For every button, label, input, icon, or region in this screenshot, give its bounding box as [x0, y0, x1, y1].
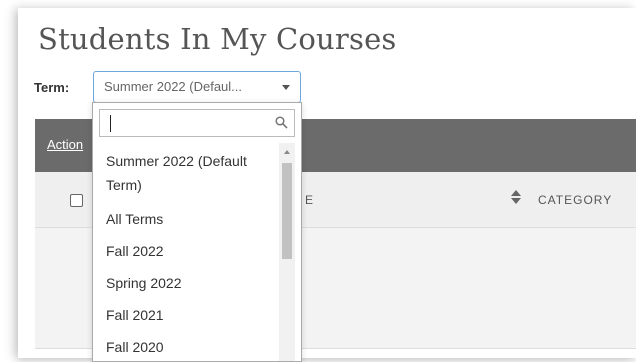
- chevron-down-icon: [282, 85, 290, 90]
- term-select[interactable]: Summer 2022 (Defaul...: [93, 71, 301, 103]
- action-link[interactable]: Action: [47, 137, 83, 152]
- select-all-checkbox[interactable]: [70, 194, 83, 207]
- term-option-spring-2022[interactable]: Spring 2022: [93, 267, 279, 299]
- column-header-category[interactable]: CATEGORY: [538, 193, 612, 207]
- column-header-name[interactable]: E: [305, 193, 314, 207]
- term-option-all-terms[interactable]: All Terms: [93, 203, 279, 235]
- term-dropdown: Summer 2022 (Default Term) All Terms Fal…: [92, 102, 302, 362]
- text-cursor: [110, 115, 111, 132]
- dropdown-scrollbar[interactable]: [279, 143, 295, 361]
- scroll-up-arrow-icon[interactable]: [284, 150, 290, 154]
- sort-icon[interactable]: [511, 190, 521, 209]
- term-option-fall-2021[interactable]: Fall 2021: [93, 299, 279, 331]
- search-icon: [275, 116, 288, 134]
- term-selected-value: Summer 2022 (Defaul...: [104, 79, 243, 94]
- scroll-thumb[interactable]: [282, 163, 292, 259]
- term-option-fall-2020[interactable]: Fall 2020: [93, 331, 279, 361]
- term-option-fall-2022[interactable]: Fall 2022: [93, 235, 279, 267]
- term-label: Term:: [34, 80, 70, 95]
- term-options-list: Summer 2022 (Default Term) All Terms Fal…: [93, 147, 279, 361]
- page-title: Students In My Courses: [38, 22, 397, 56]
- term-search-box[interactable]: [99, 109, 295, 137]
- term-search-input[interactable]: [108, 111, 272, 137]
- term-option-summer-2022[interactable]: Summer 2022 (Default Term): [93, 147, 279, 203]
